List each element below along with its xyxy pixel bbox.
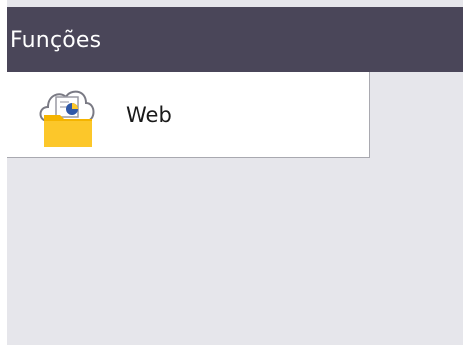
- device-screen: Funções Web: [7, 0, 463, 351]
- screen-bottom-border: [0, 345, 463, 351]
- function-item-web[interactable]: Web: [7, 72, 370, 158]
- page-title: Funções: [10, 28, 102, 53]
- function-list: Web: [7, 72, 370, 158]
- function-item-label: Web: [126, 103, 172, 127]
- title-bar: Funções: [7, 7, 463, 72]
- web-folder-cloud-icon: [39, 90, 95, 147]
